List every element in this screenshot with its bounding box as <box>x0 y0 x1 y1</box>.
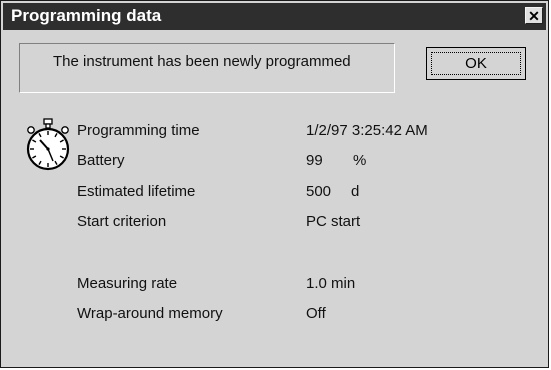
programming-data-dialog: Programming data ✕ The instrument has be… <box>0 0 549 368</box>
ok-button[interactable]: OK <box>426 47 526 80</box>
field-value-measuring-rate: 1.0 min <box>306 275 356 292</box>
ok-button-focus: OK <box>431 52 521 75</box>
close-button[interactable]: ✕ <box>525 7 543 24</box>
field-label-estimated-lifetime: Estimated lifetime <box>77 183 196 200</box>
field-label-start-criterion: Start criterion <box>77 213 167 230</box>
ok-button-label: OK <box>465 55 487 72</box>
field-value-programming-time: 1/2/97 3:25:42 AM <box>306 122 428 139</box>
field-label-wrap-around-memory: Wrap-around memory <box>77 305 223 322</box>
field-unit-battery: % <box>353 152 367 169</box>
field-value-estimated-lifetime: 500 <box>306 183 332 200</box>
field-label-measuring-rate: Measuring rate <box>77 275 178 292</box>
title-bar[interactable]: Programming data ✕ <box>3 3 546 30</box>
field-label-battery: Battery <box>77 152 125 169</box>
field-value-wrap-around-memory: Off <box>306 305 326 322</box>
status-message: The instrument has been newly programmed <box>53 53 351 70</box>
field-label-programming-time: Programming time <box>77 122 200 139</box>
field-value-battery: 99 <box>306 152 323 169</box>
message-box: The instrument has been newly programmed <box>19 43 395 93</box>
close-icon: ✕ <box>528 7 540 24</box>
dialog-title: Programming data <box>11 6 162 25</box>
field-unit-estimated-lifetime: d <box>351 183 360 200</box>
stopwatch-icon <box>26 118 70 171</box>
field-value-start-criterion: PC start <box>306 213 361 230</box>
